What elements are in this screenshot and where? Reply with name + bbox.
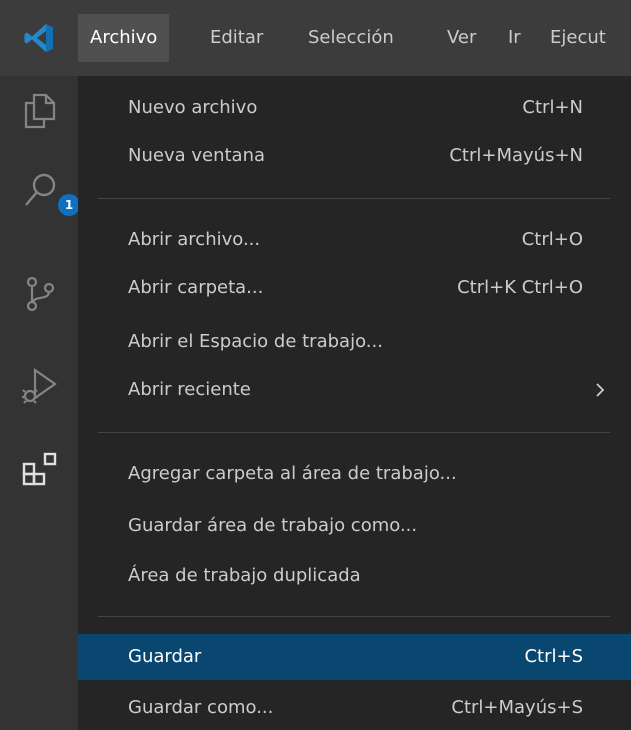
menu-item-abrir-carpeta[interactable]: Abrir carpeta... Ctrl+K Ctrl+O — [78, 266, 631, 310]
menu-item-nueva-ventana[interactable]: Nueva ventana Ctrl+Mayús+N — [78, 134, 631, 178]
menu-separator — [98, 616, 610, 617]
menu-separator — [98, 198, 610, 199]
menu-item-area-trabajo-duplicada[interactable]: Área de trabajo duplicada — [78, 554, 631, 598]
menu-archivo[interactable]: Archivo — [78, 14, 170, 62]
activity-bar: 1 — [0, 76, 80, 730]
menu-item-label: Abrir archivo... — [128, 229, 261, 250]
menu-seleccion[interactable]: Selección — [308, 14, 394, 62]
chevron-right-icon — [595, 368, 605, 412]
menu-item-guardar[interactable]: Guardar Ctrl+S — [78, 634, 631, 680]
menu-editar[interactable]: Editar — [210, 14, 263, 62]
menu-item-abrir-espacio-trabajo[interactable]: Abrir el Espacio de trabajo... — [78, 320, 631, 364]
explorer-icon[interactable] — [20, 90, 60, 130]
menu-item-label: Abrir carpeta... — [128, 277, 264, 298]
menu-ir[interactable]: Ir — [508, 14, 521, 62]
menu-ejecutar[interactable]: Ejecut — [550, 14, 606, 62]
menu-item-shortcut: Ctrl+S — [524, 646, 583, 667]
source-control-icon[interactable] — [20, 274, 60, 314]
menu-item-label: Nuevo archivo — [128, 97, 258, 118]
menu-item-guardar-area-trabajo[interactable]: Guardar área de trabajo como... — [78, 504, 631, 548]
menu-item-shortcut: Ctrl+O — [521, 229, 583, 250]
menu-item-abrir-archivo[interactable]: Abrir archivo... Ctrl+O — [78, 218, 631, 262]
extensions-icon[interactable] — [20, 450, 60, 490]
menu-item-label: Abrir el Espacio de trabajo... — [128, 331, 383, 352]
menu-separator — [98, 432, 610, 433]
menu-item-label: Agregar carpeta al área de trabajo... — [128, 463, 457, 484]
menu-item-shortcut: Ctrl+Mayús+N — [449, 145, 583, 166]
menu-item-label: Área de trabajo duplicada — [128, 565, 361, 586]
menu-item-label: Guardar — [128, 646, 202, 667]
menu-item-shortcut: Ctrl+K Ctrl+O — [457, 277, 583, 298]
menu-item-label: Guardar como... — [128, 697, 274, 718]
menu-ver[interactable]: Ver — [447, 14, 476, 62]
menu-item-label: Abrir reciente — [128, 379, 251, 400]
menu-item-abrir-reciente[interactable]: Abrir reciente — [78, 368, 631, 412]
menu-item-nuevo-archivo[interactable]: Nuevo archivo Ctrl+N — [78, 86, 631, 130]
search-icon[interactable] — [20, 170, 60, 210]
menu-item-label: Nueva ventana — [128, 145, 266, 166]
menu-item-shortcut: Ctrl+N — [522, 97, 583, 118]
explorer-badge: 1 — [58, 194, 80, 216]
vscode-logo-icon[interactable] — [0, 0, 78, 76]
menu-item-guardar-como[interactable]: Guardar como... Ctrl+Mayús+S — [78, 686, 631, 730]
title-bar: Archivo Editar Selección Ver Ir Ejecut — [0, 0, 631, 76]
run-debug-icon[interactable] — [20, 366, 60, 406]
menu-item-label: Guardar área de trabajo como... — [128, 515, 418, 536]
file-menu-dropdown: Nuevo archivo Ctrl+N Nueva ventana Ctrl+… — [78, 76, 631, 730]
menu-item-agregar-carpeta[interactable]: Agregar carpeta al área de trabajo... — [78, 452, 631, 496]
menu-item-shortcut: Ctrl+Mayús+S — [451, 697, 583, 718]
